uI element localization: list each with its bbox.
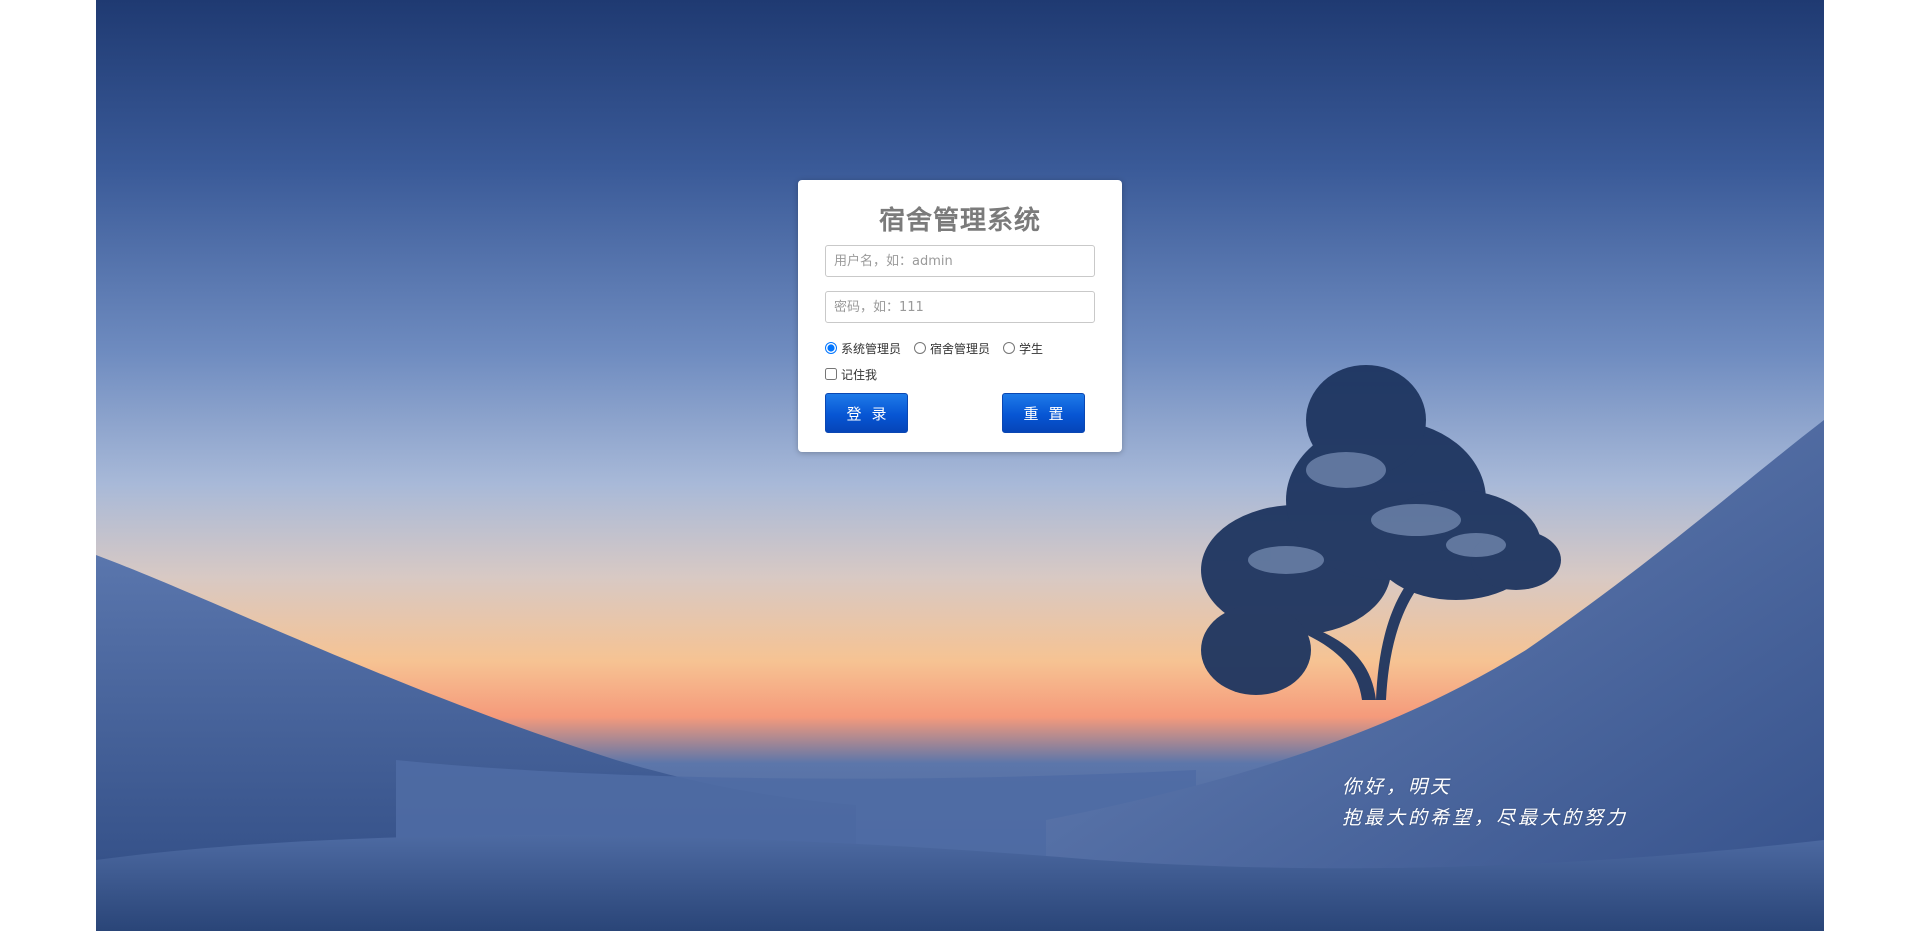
- role-radio-dorm-admin[interactable]: [914, 342, 927, 354]
- remember-me[interactable]: 记住我: [825, 367, 1095, 382]
- button-row: 登录 重置: [825, 393, 1085, 433]
- login-title: 宿舍管理系统: [878, 206, 1041, 236]
- role-radio-group: 系统管理员 宿舍管理员 学生: [825, 340, 1095, 356]
- role-option-system-admin[interactable]: 系统管理员: [825, 340, 901, 357]
- role-option-student[interactable]: 学生: [1003, 340, 1043, 357]
- login-button[interactable]: 登录: [825, 393, 908, 433]
- role-label-system-admin: 系统管理员: [841, 341, 902, 356]
- role-label-student: 学生: [1019, 341, 1044, 356]
- login-panel: 宿舍管理系统 系统管理员 宿舍管理员 学生 记住我 登录 重置: [798, 180, 1122, 452]
- password-input[interactable]: [825, 291, 1095, 323]
- slogan-line-1: 你好，明天: [1342, 776, 1453, 798]
- tree-icon: [1201, 365, 1561, 700]
- role-radio-system-admin[interactable]: [825, 342, 837, 354]
- role-radio-student[interactable]: [1003, 342, 1016, 354]
- role-label-dorm-admin: 宿舍管理员: [930, 341, 991, 356]
- slogan-line-2: 抱最大的希望，尽最大的努力: [1342, 807, 1629, 829]
- role-option-dorm-admin[interactable]: 宿舍管理员: [914, 340, 990, 357]
- slogan: 你好，明天 抱最大的希望，尽最大的努力: [1342, 772, 1628, 834]
- reset-button[interactable]: 重置: [1002, 393, 1085, 433]
- remember-me-label: 记住我: [841, 367, 878, 382]
- username-input[interactable]: [825, 245, 1095, 277]
- remember-me-checkbox[interactable]: [825, 368, 837, 380]
